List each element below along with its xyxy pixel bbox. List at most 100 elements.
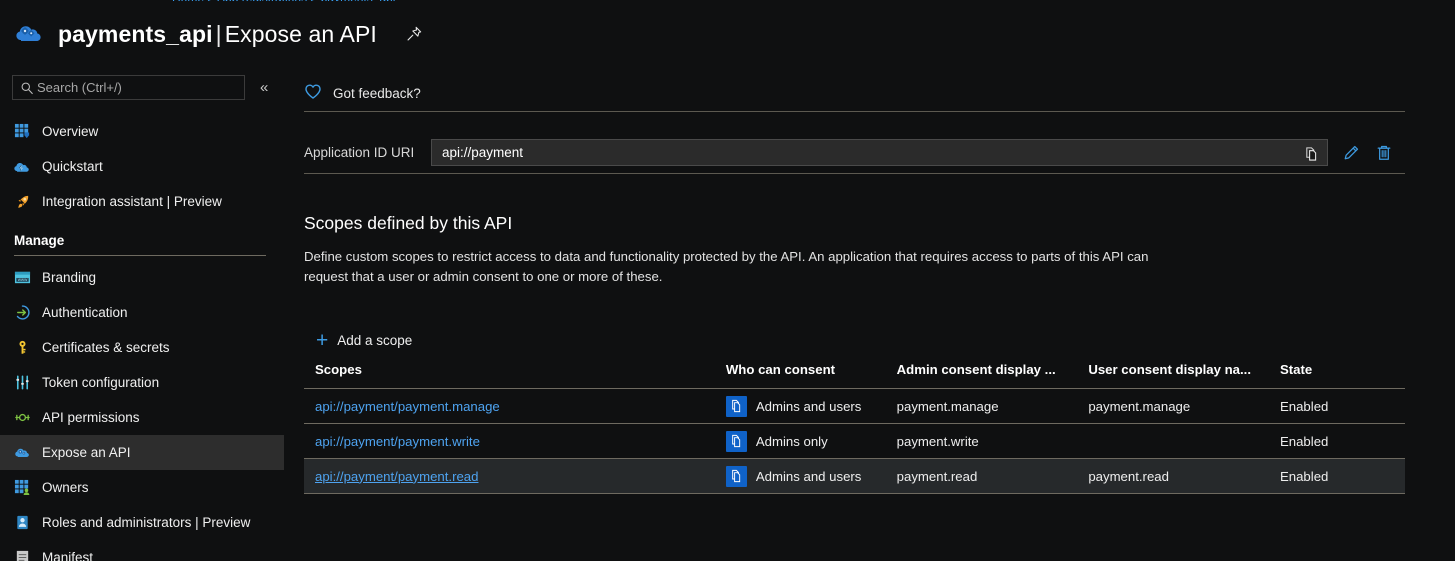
sidebar-item-token-configuration[interactable]: Token configuration	[0, 365, 290, 400]
cloud-lightning-icon	[12, 157, 32, 177]
user-consent-display-value	[1088, 423, 1280, 459]
sidebar-item-manifest[interactable]: Manifest	[0, 540, 290, 561]
documents-copy-icon	[725, 430, 747, 452]
sidebar-item-label: API permissions	[42, 410, 140, 425]
sidebar-item-label: Expose an API	[42, 445, 131, 460]
page-title-separator: |	[215, 20, 222, 47]
sidebar-item-label: Branding	[42, 270, 97, 285]
application-id-uri-field[interactable]: api://payment	[431, 139, 1328, 166]
plus-icon: +	[316, 328, 329, 352]
sidebar-item-label: Overview	[42, 124, 99, 139]
application-id-uri-value: api://payment	[442, 145, 524, 160]
pin-icon[interactable]	[401, 21, 427, 47]
cloud-gears-icon	[12, 443, 32, 463]
column-header-who-can-consent[interactable]: Who can consent	[725, 362, 897, 389]
rocket-icon	[12, 192, 32, 212]
key-icon	[12, 338, 32, 358]
application-id-uri-label: Application ID URI	[304, 145, 415, 160]
table-row[interactable]: api://payment/payment.manage Admins and …	[304, 388, 1405, 424]
admin-consent-display-value: payment.write	[896, 423, 1089, 459]
arrow-in-circle-icon	[12, 303, 32, 323]
search-box[interactable]	[12, 74, 245, 100]
state-value: Enabled	[1279, 388, 1405, 424]
sidebar-search-row: «	[0, 70, 290, 104]
sidebar-item-roles-and-administrators[interactable]: Roles and administrators | Preview	[0, 505, 290, 540]
sidebar-item-quickstart[interactable]: Quickstart	[0, 149, 290, 184]
scope-link[interactable]: api://payment/payment.read	[315, 469, 478, 484]
sidebar-item-overview[interactable]: Overview	[0, 114, 290, 149]
scopes-section-description: Define custom scopes to restrict access …	[304, 249, 1149, 284]
search-icon	[20, 81, 34, 98]
column-header-user-consent-display-name[interactable]: User consent display na...	[1088, 362, 1280, 389]
state-value: Enabled	[1279, 458, 1405, 494]
sidebar-divider	[14, 255, 266, 256]
got-feedback-button[interactable]: Got feedback?	[304, 80, 439, 106]
table-header-row: Scopes Who can consent Admin consent dis…	[304, 362, 1405, 389]
page-title: payments_api | Expose an API	[58, 21, 377, 48]
table-row[interactable]: api://payment/payment.read Admins and us…	[304, 458, 1405, 494]
sidebar-item-label: Quickstart	[42, 159, 103, 174]
sidebar-section-manage: Manage	[14, 233, 65, 248]
sidebar-item-label: Manifest	[42, 550, 94, 561]
search-input[interactable]	[37, 79, 232, 95]
add-a-scope-label: Add a scope	[337, 332, 413, 348]
who-can-consent-value: Admins only	[755, 433, 828, 449]
sidebar-nav: Overview Quickstart Integration assistan…	[0, 114, 290, 561]
sidebar-item-label: Owners	[42, 480, 89, 495]
sidebar-item-owners[interactable]: Owners	[0, 470, 290, 505]
pencil-edit-icon[interactable]	[1341, 143, 1361, 163]
scopes-section-title: Scopes defined by this API	[304, 213, 513, 233]
application-id-uri-row: Application ID URI api://payment	[304, 139, 1394, 166]
scope-link[interactable]: api://payment/payment.manage	[315, 399, 500, 414]
person-badge-icon	[12, 513, 32, 533]
chevron-double-left-icon[interactable]: «	[255, 76, 273, 99]
grid-overview-icon	[12, 122, 32, 142]
application-id-uri-divider	[304, 173, 1405, 174]
column-header-admin-consent-display-name[interactable]: Admin consent display ...	[896, 362, 1089, 389]
admin-consent-display-value: payment.read	[896, 458, 1089, 494]
page-title-section: Expose an API	[224, 20, 377, 47]
browser-window-icon: WWW	[12, 268, 32, 288]
title-bar: payments_api | Expose an API	[0, 13, 1455, 55]
who-can-consent-value: Admins and users	[755, 398, 862, 414]
add-a-scope-button[interactable]: + Add a scope	[316, 328, 412, 352]
svg-text:WWW: WWW	[17, 278, 27, 282]
cloud-gears-icon	[14, 19, 44, 49]
sidebar-item-label: Integration assistant | Preview	[42, 194, 222, 209]
user-consent-display-value: payment.read	[1088, 458, 1280, 494]
sidebar-item-certificates-secrets[interactable]: Certificates & secrets	[0, 330, 290, 365]
documents-copy-icon	[725, 465, 747, 487]
document-icon	[12, 548, 32, 561]
plug-icon	[12, 408, 32, 428]
documents-copy-icon	[725, 395, 747, 417]
sliders-icon	[12, 373, 32, 393]
scope-link[interactable]: api://payment/payment.write	[315, 434, 480, 449]
sidebar-item-label: Certificates & secrets	[42, 340, 170, 355]
sidebar-item-label: Authentication	[42, 305, 128, 320]
sidebar: « Overview	[0, 70, 290, 561]
grid-person-icon	[12, 478, 32, 498]
main-content: Got feedback? Application ID URI api://p…	[304, 70, 1455, 561]
sidebar-item-integration-assistant[interactable]: Integration assistant | Preview	[0, 184, 290, 219]
sidebar-item-api-permissions[interactable]: API permissions	[0, 400, 290, 435]
column-header-state[interactable]: State	[1279, 362, 1405, 389]
scopes-table: Scopes Who can consent Admin consent dis…	[304, 362, 1405, 494]
state-value: Enabled	[1279, 423, 1405, 459]
sidebar-item-branding[interactable]: WWW Branding	[0, 260, 290, 295]
heart-icon	[304, 83, 322, 103]
sidebar-item-expose-an-api[interactable]: Expose an API	[0, 435, 284, 470]
admin-consent-display-value: payment.manage	[896, 388, 1089, 424]
user-consent-display-value: payment.manage	[1088, 388, 1280, 424]
column-header-scopes[interactable]: Scopes	[304, 362, 726, 389]
feedback-divider	[304, 111, 1405, 112]
sidebar-item-label: Token configuration	[42, 375, 160, 390]
page-title-app: payments_api	[58, 20, 213, 47]
table-row[interactable]: api://payment/payment.write Admins only …	[304, 423, 1405, 459]
breadcrumb[interactable]: Home > App registrations > payments_api	[172, 0, 395, 1]
sidebar-item-label: Roles and administrators | Preview	[42, 515, 251, 530]
trash-delete-icon[interactable]	[1374, 143, 1394, 163]
copy-icon[interactable]	[1302, 144, 1321, 163]
got-feedback-label: Got feedback?	[333, 85, 421, 101]
who-can-consent-value: Admins and users	[755, 468, 862, 484]
sidebar-item-authentication[interactable]: Authentication	[0, 295, 290, 330]
